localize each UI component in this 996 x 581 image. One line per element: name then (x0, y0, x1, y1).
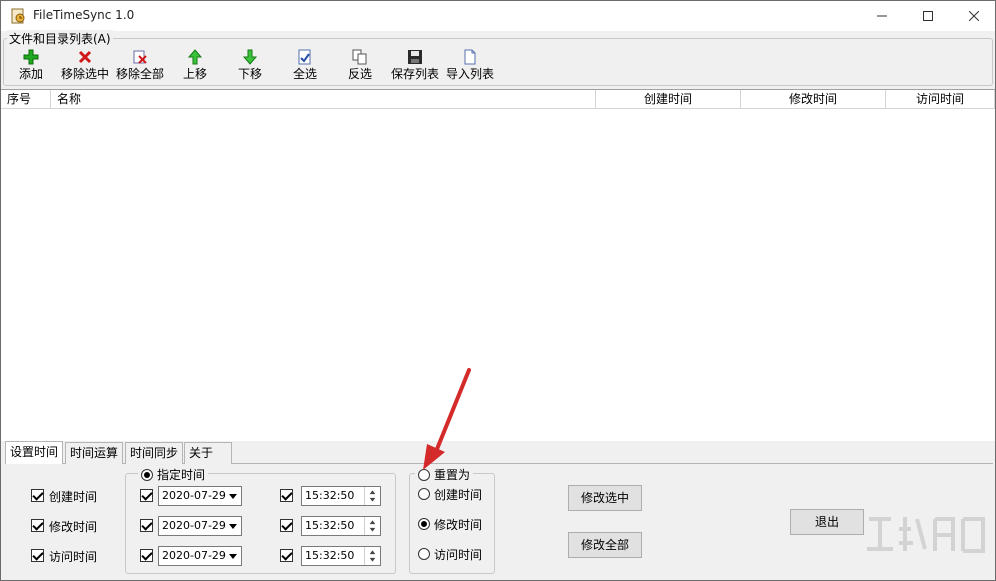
created-time-checkbox[interactable] (31, 489, 44, 502)
select-all-label: 全选 (292, 67, 317, 81)
spinner-arrows-icon (364, 547, 376, 565)
tab-time-sync[interactable]: 时间同步 (125, 442, 184, 464)
reset-accessed-label: 访问时间 (434, 548, 483, 562)
select-all-icon (298, 49, 311, 65)
accessed-time-checkbox[interactable] (31, 549, 44, 562)
app-logo-icon (11, 8, 25, 24)
time-spinner-1[interactable]: 15:32:50 (301, 486, 381, 506)
time-checkbox-2[interactable] (280, 519, 293, 532)
date-checkbox-3[interactable] (140, 549, 153, 562)
invert-selection-icon (352, 49, 367, 65)
date-value-3: 2020-07-29 (162, 549, 226, 562)
annotation-arrow-icon (423, 368, 471, 470)
import-list-label: 导入列表 (445, 67, 494, 81)
chevron-down-icon (226, 548, 240, 564)
time-spinner-3[interactable]: 15:32:50 (301, 546, 381, 566)
specified-time-label: 指定时间 (157, 468, 206, 482)
date-value-2: 2020-07-29 (162, 519, 226, 532)
invert-selection-button[interactable]: 反选 (333, 49, 387, 83)
column-name[interactable]: 名称 (51, 90, 596, 109)
reset-modified-radio[interactable] (418, 518, 430, 530)
column-index[interactable]: 序号 (1, 90, 51, 109)
reset-accessed-radio[interactable] (418, 548, 430, 560)
move-up-button[interactable]: 上移 (168, 49, 222, 83)
import-icon (464, 49, 476, 65)
remove-all-button[interactable]: 移除全部 (113, 49, 167, 83)
time-checkbox-3[interactable] (280, 549, 293, 562)
column-accessed-time[interactable]: 访问时间 (886, 90, 995, 109)
remove-selected-icon (78, 50, 92, 64)
created-time-label: 创建时间 (49, 490, 98, 504)
select-all-button[interactable]: 全选 (278, 49, 332, 83)
maximize-button[interactable] (905, 1, 951, 31)
maximize-icon (923, 11, 933, 21)
chevron-down-icon (226, 488, 240, 504)
date-picker-1[interactable]: 2020-07-29 (158, 486, 242, 506)
chevron-down-icon (226, 518, 240, 534)
add-button[interactable]: 添加 (4, 49, 58, 83)
remove-selected-label: 移除选中 (60, 67, 109, 81)
specified-time-legend: 指定时间 (138, 466, 209, 483)
time-spinner-2[interactable]: 15:32:50 (301, 516, 381, 536)
invert-selection-label: 反选 (347, 67, 372, 81)
remove-selected-button[interactable]: 移除选中 (58, 49, 112, 83)
site-watermark-icon (867, 517, 985, 553)
time-value-3: 15:32:50 (305, 549, 355, 562)
modified-time-checkbox[interactable] (31, 519, 44, 532)
import-list-button[interactable]: 导入列表 (443, 49, 497, 83)
remove-all-label: 移除全部 (115, 67, 164, 81)
minimize-button[interactable] (859, 1, 905, 31)
add-button-label: 添加 (18, 67, 43, 81)
tab-about[interactable]: 关于 (184, 442, 232, 464)
exit-button[interactable]: 退出 (790, 509, 864, 535)
tab-set-time[interactable]: 设置时间 (5, 441, 64, 464)
toolbar-group-label: 文件和目录列表(A) (7, 30, 113, 47)
title-bar[interactable]: FileTimeSync 1.0 (1, 1, 995, 31)
time-checkbox-1[interactable] (280, 489, 293, 502)
arrow-up-icon (187, 49, 203, 65)
reset-created-radio[interactable] (418, 488, 430, 500)
save-icon (408, 50, 422, 64)
time-value-2: 15:32:50 (305, 519, 355, 532)
app-window: FileTimeSync 1.0 文件和目录列表(A) 添加 移除选中 移除全部… (0, 0, 996, 581)
move-up-label: 上移 (182, 67, 207, 81)
save-list-label: 保存列表 (390, 67, 439, 81)
add-icon (23, 49, 39, 65)
reset-created-label: 创建时间 (434, 488, 483, 502)
close-button[interactable] (951, 1, 996, 31)
date-checkbox-1[interactable] (140, 489, 153, 502)
modified-time-label: 修改时间 (49, 520, 98, 534)
column-created-time[interactable]: 创建时间 (596, 90, 741, 109)
close-icon (969, 11, 979, 21)
time-value-1: 15:32:50 (305, 489, 355, 502)
list-header: 序号 名称 创建时间 修改时间 访问时间 (1, 90, 995, 109)
move-down-button[interactable]: 下移 (223, 49, 277, 83)
modify-selected-button[interactable]: 修改选中 (568, 485, 642, 511)
window-title: FileTimeSync 1.0 (33, 8, 135, 22)
tab-time-calc[interactable]: 时间运算 (65, 442, 124, 464)
date-picker-3[interactable]: 2020-07-29 (158, 546, 242, 566)
date-picker-2[interactable]: 2020-07-29 (158, 516, 242, 536)
modify-all-button[interactable]: 修改全部 (568, 532, 642, 558)
file-list-view[interactable]: 序号 名称 创建时间 修改时间 访问时间 (1, 89, 995, 441)
minimize-icon (877, 15, 887, 17)
spinner-arrows-icon (364, 517, 376, 535)
move-down-label: 下移 (237, 67, 262, 81)
save-list-button[interactable]: 保存列表 (388, 49, 442, 83)
date-checkbox-2[interactable] (140, 519, 153, 532)
remove-all-icon (133, 50, 147, 64)
spinner-arrows-icon (364, 487, 376, 505)
accessed-time-label: 访问时间 (49, 550, 98, 564)
arrow-down-icon (242, 49, 258, 65)
date-value-1: 2020-07-29 (162, 489, 226, 502)
reset-modified-label: 修改时间 (434, 518, 483, 532)
column-modified-time[interactable]: 修改时间 (741, 90, 886, 109)
specified-time-radio[interactable] (141, 469, 153, 481)
